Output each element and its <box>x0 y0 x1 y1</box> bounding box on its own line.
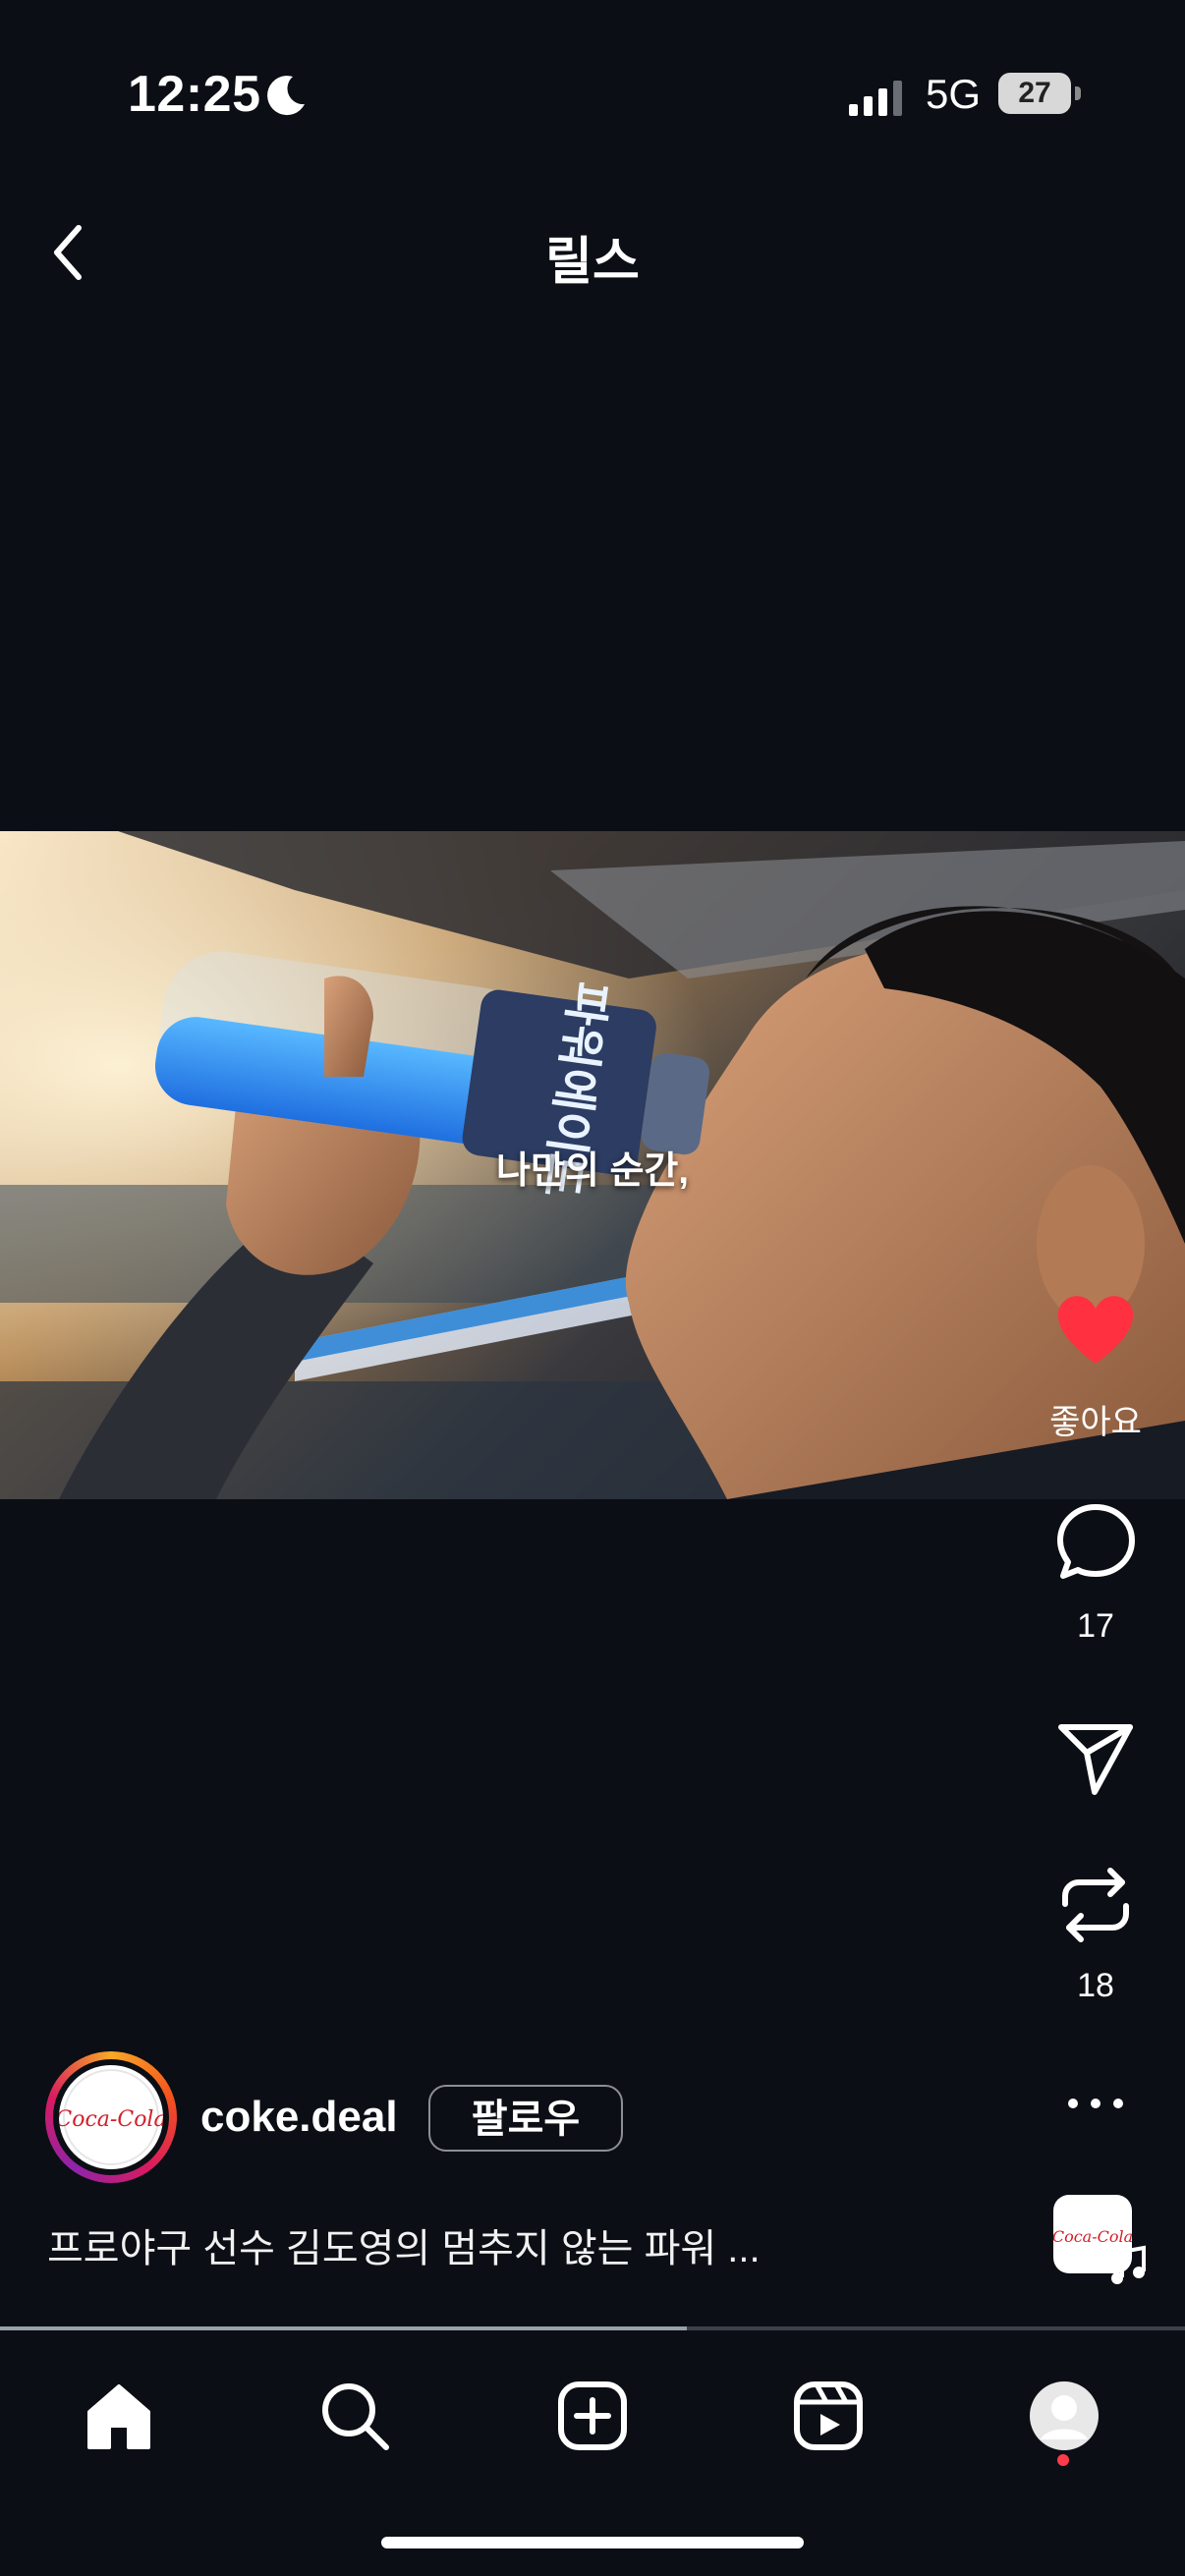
signal-icon <box>849 81 902 116</box>
playback-progress[interactable] <box>0 2326 1185 2330</box>
notification-dot <box>1057 2454 1069 2466</box>
network-label: 5G <box>926 71 982 117</box>
comment-count: 17 <box>1077 1607 1114 1645</box>
music-note-icon <box>1111 2245 1146 2284</box>
repost-icon <box>1062 1868 1129 1942</box>
post-caption[interactable]: 프로야구 선수 김도영의 멈추지 않는 파워 ... <box>47 2216 761 2273</box>
tab-search[interactable] <box>301 2362 409 2470</box>
author-avatar[interactable]: Coca-Cola <box>45 2051 177 2183</box>
home-indicator[interactable] <box>381 2537 804 2548</box>
ellipsis-icon <box>1068 2099 1123 2108</box>
repost-count: 18 <box>1077 1967 1114 2004</box>
battery-level: 27 <box>1018 77 1051 109</box>
video-caption: 나만의 순간, <box>496 1150 689 1192</box>
home-icon <box>87 2384 150 2449</box>
tab-create[interactable] <box>538 2362 647 2470</box>
like-button[interactable] <box>1051 1285 1140 1373</box>
create-icon <box>558 2381 627 2450</box>
svg-text:Coca-Cola: Coca-Cola <box>59 2107 163 2132</box>
author-username[interactable]: coke.deal <box>200 2093 398 2142</box>
follow-button[interactable]: 팔로우 <box>428 2085 623 2152</box>
heart-icon <box>1057 1296 1134 1364</box>
share-button[interactable] <box>1051 1713 1140 1802</box>
comment-icon <box>1057 1504 1135 1579</box>
send-icon <box>1058 1724 1133 1795</box>
reels-icon <box>794 2381 863 2450</box>
like-label: 좋아요 <box>1049 1404 1142 1441</box>
tab-home[interactable] <box>65 2362 173 2470</box>
status-time: 12:25 <box>128 66 261 123</box>
moon-icon <box>267 76 305 116</box>
playback-progress-fill <box>0 2326 688 2330</box>
comment-button[interactable] <box>1051 1497 1140 1586</box>
tab-reels[interactable] <box>774 2362 882 2470</box>
search-icon <box>322 2383 389 2450</box>
profile-icon <box>1030 2381 1099 2450</box>
coca-cola-logo: Coca-Cola <box>59 2069 163 2165</box>
page-title: 릴스 <box>545 234 640 291</box>
more-options-button[interactable] <box>1051 2059 1140 2148</box>
battery-icon: 27 <box>998 73 1081 114</box>
repost-button[interactable] <box>1051 1861 1140 1949</box>
